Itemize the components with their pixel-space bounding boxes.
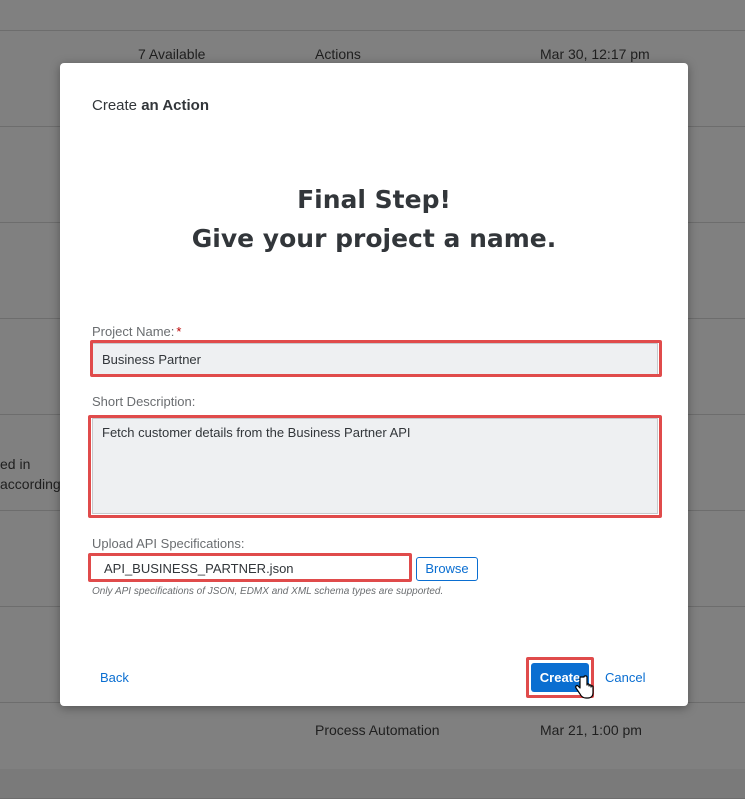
cancel-button[interactable]: Cancel: [605, 670, 645, 685]
required-mark: *: [176, 324, 182, 339]
highlight-box: [88, 415, 662, 518]
table-row: [0, 702, 745, 799]
date-cell: Mar 21, 1:00 pm: [540, 722, 642, 738]
step-heading: Final Step!: [297, 185, 451, 214]
type-cell: Actions: [315, 46, 361, 62]
upload-hint: Only API specifications of JSON, EDMX an…: [92, 586, 444, 597]
project-name-label: Project Name: *: [92, 324, 181, 339]
type-cell: Process Automation: [315, 722, 440, 738]
date-cell: Mar 30, 12:17 pm: [540, 46, 650, 62]
browse-button[interactable]: Browse: [416, 557, 478, 581]
dialog-title-prefix: Create: [92, 97, 138, 114]
step-subheading: Give your project a name.: [191, 224, 557, 253]
table-row: [0, 0, 745, 31]
truncated-text: according: [0, 476, 61, 492]
create-action-dialog: Create an Action Final Step! Give your p…: [60, 63, 688, 706]
back-button[interactable]: Back: [100, 670, 129, 685]
availability-cell: 7 Available: [138, 46, 206, 62]
dialog-title: Create an Action: [92, 97, 209, 114]
project-name-label-text: Project Name:: [92, 324, 175, 339]
dialog-title-bold: an Action: [141, 97, 209, 114]
highlight-box: [88, 553, 412, 582]
highlight-box: [90, 340, 662, 377]
upload-spec-label: Upload API Specifications:: [92, 536, 245, 551]
truncated-text: ed in: [0, 456, 31, 472]
hand-cursor-icon: [575, 675, 594, 699]
short-description-label: Short Description:: [92, 394, 196, 409]
